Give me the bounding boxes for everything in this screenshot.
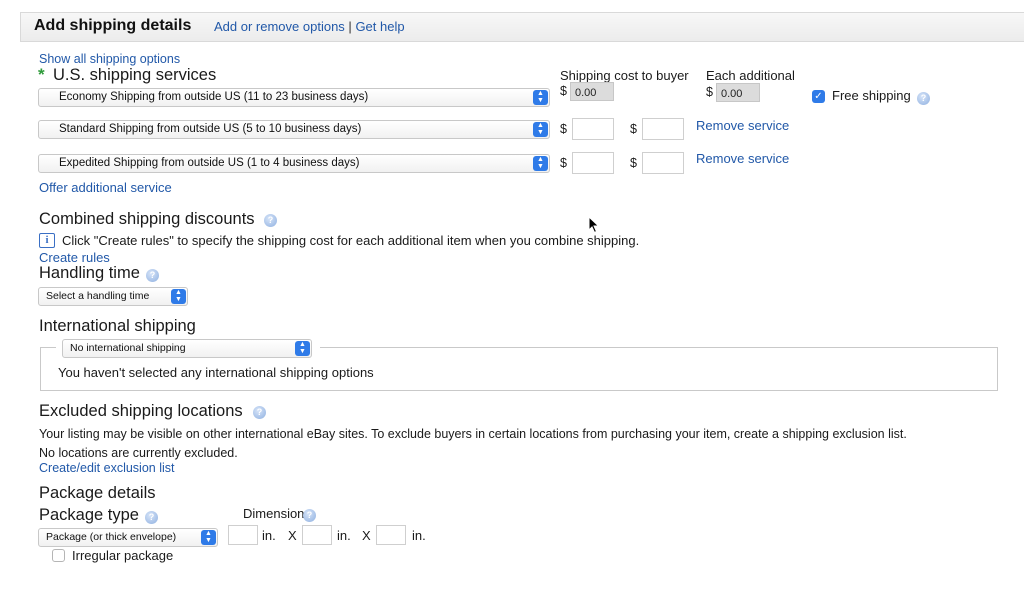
- handling-time-title: Handling time: [39, 264, 140, 282]
- unit-label: in.: [337, 528, 351, 543]
- help-icon[interactable]: ?: [917, 92, 930, 105]
- currency-symbol: $: [706, 85, 713, 99]
- help-icon[interactable]: ?: [145, 511, 158, 524]
- currency-symbol: $: [630, 156, 637, 170]
- mouse-cursor-icon: [588, 216, 600, 234]
- handling-time-value: Select a handling time: [46, 290, 150, 302]
- combined-shipping-title: Combined shipping discounts: [39, 210, 255, 228]
- free-shipping-checkbox[interactable]: ✓: [812, 90, 825, 103]
- remove-service-link-3[interactable]: Remove service: [696, 151, 789, 166]
- create-edit-exclusion-list-link[interactable]: Create/edit exclusion list: [39, 461, 174, 475]
- dimension-height-input[interactable]: [376, 525, 406, 545]
- service-2-each-input[interactable]: [642, 118, 684, 140]
- handling-time-select[interactable]: Select a handling time ▲ ▼: [38, 287, 188, 306]
- show-all-shipping-options-link[interactable]: Show all shipping options: [39, 52, 180, 66]
- dimension-width-input[interactable]: [302, 525, 332, 545]
- get-help-link[interactable]: Get help: [355, 19, 404, 34]
- international-message: You haven't selected any international s…: [58, 365, 374, 380]
- select-stepper-icon: ▲ ▼: [201, 530, 216, 545]
- times-label: X: [288, 528, 297, 543]
- service-1-cost-input[interactable]: 0.00: [570, 82, 614, 101]
- combined-info-text: Click "Create rules" to specify the ship…: [62, 233, 640, 248]
- international-shipping-value: No international shipping: [70, 342, 186, 354]
- currency-symbol: $: [560, 84, 567, 98]
- create-rules-link[interactable]: Create rules: [39, 250, 110, 265]
- excluded-status: No locations are currently excluded.: [39, 446, 238, 460]
- international-shipping-select[interactable]: No international shipping ▲ ▼: [62, 339, 312, 358]
- service-2-cost-input[interactable]: [572, 118, 614, 140]
- required-marker: *: [38, 65, 45, 84]
- excluded-description: Your listing may be visible on other int…: [39, 427, 907, 441]
- service-select-2[interactable]: Standard Shipping from outside US (5 to …: [38, 120, 550, 139]
- service-3-each-input[interactable]: [642, 152, 684, 174]
- dimensions-label: Dimensions: [243, 506, 311, 521]
- package-type-select[interactable]: Package (or thick envelope) ▲ ▼: [38, 528, 218, 547]
- currency-symbol: $: [560, 156, 567, 170]
- page-title: Add shipping details: [34, 17, 192, 34]
- package-details-title: Package details: [39, 484, 156, 502]
- excluded-locations-title: Excluded shipping locations: [39, 402, 243, 420]
- add-remove-options-link[interactable]: Add or remove options: [214, 19, 345, 34]
- service-select-1-value: Economy Shipping from outside US (11 to …: [59, 91, 369, 103]
- header-links: Add or remove options | Get help: [214, 19, 405, 34]
- service-select-3-value: Expedited Shipping from outside US (1 to…: [59, 157, 360, 169]
- service-select-3[interactable]: Expedited Shipping from outside US (1 to…: [38, 154, 550, 173]
- irregular-package-checkbox[interactable]: [52, 549, 65, 562]
- help-icon[interactable]: ?: [264, 214, 277, 227]
- dimension-length-input[interactable]: [228, 525, 258, 545]
- header-separator: |: [348, 19, 352, 34]
- select-stepper-icon: ▲ ▼: [533, 90, 548, 105]
- currency-symbol: $: [630, 122, 637, 136]
- select-stepper-icon: ▲ ▼: [533, 156, 548, 171]
- checkmark-icon: ✓: [814, 91, 823, 102]
- international-shipping-title: International shipping: [39, 317, 196, 335]
- unit-label: in.: [412, 528, 426, 543]
- free-shipping-label: Free shipping: [832, 88, 911, 103]
- package-type-label: Package type: [39, 506, 139, 524]
- times-label: X: [362, 528, 371, 543]
- service-select-1[interactable]: Economy Shipping from outside US (11 to …: [38, 88, 550, 107]
- each-additional-header: Each additional: [706, 68, 795, 83]
- help-icon[interactable]: ?: [253, 406, 266, 419]
- help-icon[interactable]: ?: [303, 509, 316, 522]
- info-icon: i: [39, 233, 55, 248]
- select-stepper-icon: ▲ ▼: [171, 289, 186, 304]
- package-type-value: Package (or thick envelope): [46, 531, 177, 543]
- help-icon[interactable]: ?: [146, 269, 159, 282]
- unit-label: in.: [262, 528, 276, 543]
- select-stepper-icon: ▲ ▼: [533, 122, 548, 137]
- remove-service-link-2[interactable]: Remove service: [696, 118, 789, 133]
- service-1-each-input[interactable]: 0.00: [716, 83, 760, 102]
- offer-additional-service-link[interactable]: Offer additional service: [39, 180, 172, 195]
- service-3-cost-input[interactable]: [572, 152, 614, 174]
- currency-symbol: $: [560, 122, 567, 136]
- irregular-package-label: Irregular package: [72, 548, 174, 563]
- select-stepper-icon: ▲ ▼: [295, 341, 310, 356]
- us-shipping-services-title: U.S. shipping services: [53, 66, 217, 84]
- service-select-2-value: Standard Shipping from outside US (5 to …: [59, 123, 362, 135]
- shipping-cost-header: Shipping cost to buyer: [560, 68, 689, 83]
